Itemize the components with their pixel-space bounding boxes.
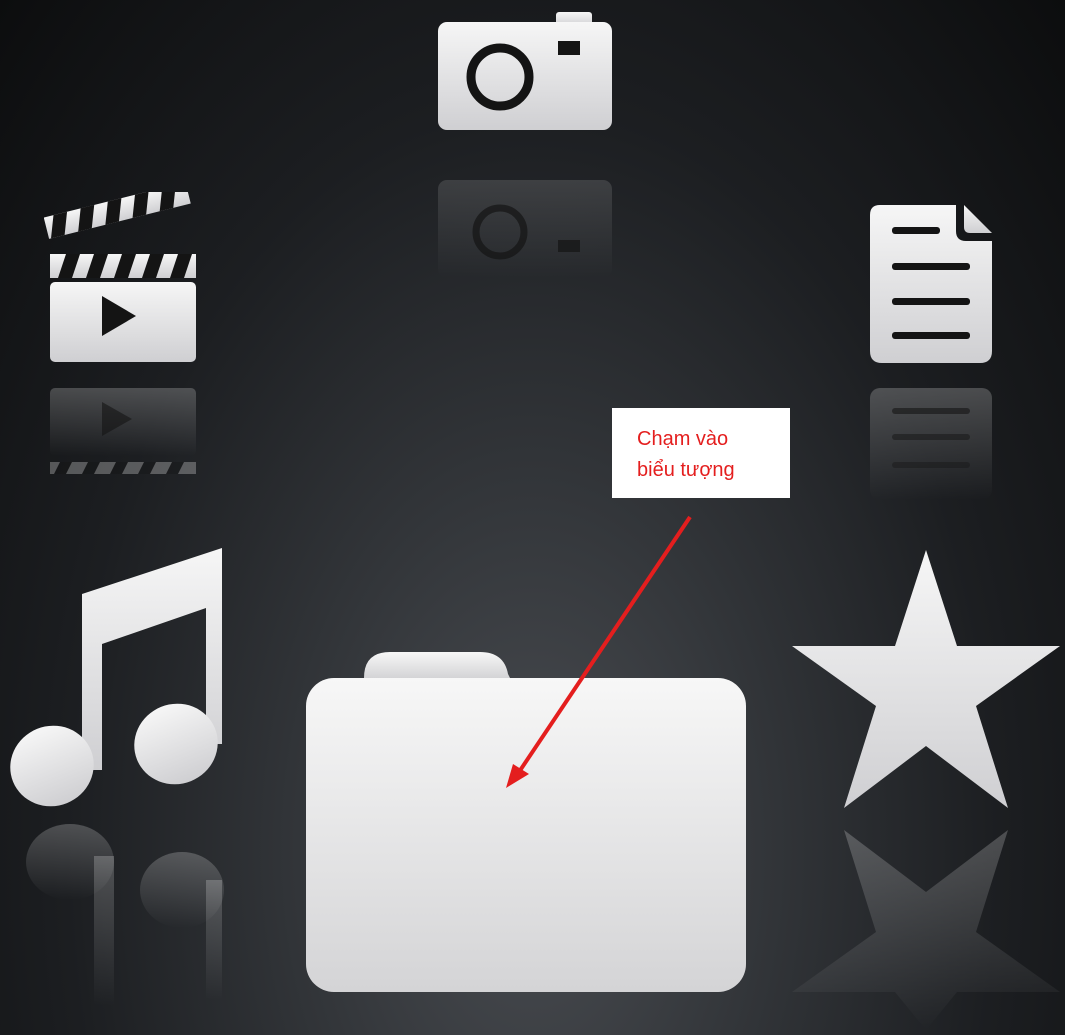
callout-line-2: biểu tượng: [637, 459, 735, 481]
callout-box: Chạm vào biểu tượng: [612, 408, 790, 498]
callout-line-1: Chạm vào: [637, 428, 729, 450]
camera-reflection: [438, 180, 612, 278]
video-clapperboard-icon[interactable]: [44, 192, 196, 362]
star-icon[interactable]: [792, 550, 1060, 808]
camera-icon[interactable]: [438, 12, 612, 130]
document-reflection: [870, 388, 992, 500]
star-reflection: [792, 830, 1060, 1030]
folder-icon[interactable]: [306, 652, 746, 992]
music-note-icon[interactable]: [10, 548, 224, 810]
video-reflection: [50, 388, 196, 498]
document-icon[interactable]: [870, 205, 992, 363]
music-reflection: [10, 820, 224, 1020]
